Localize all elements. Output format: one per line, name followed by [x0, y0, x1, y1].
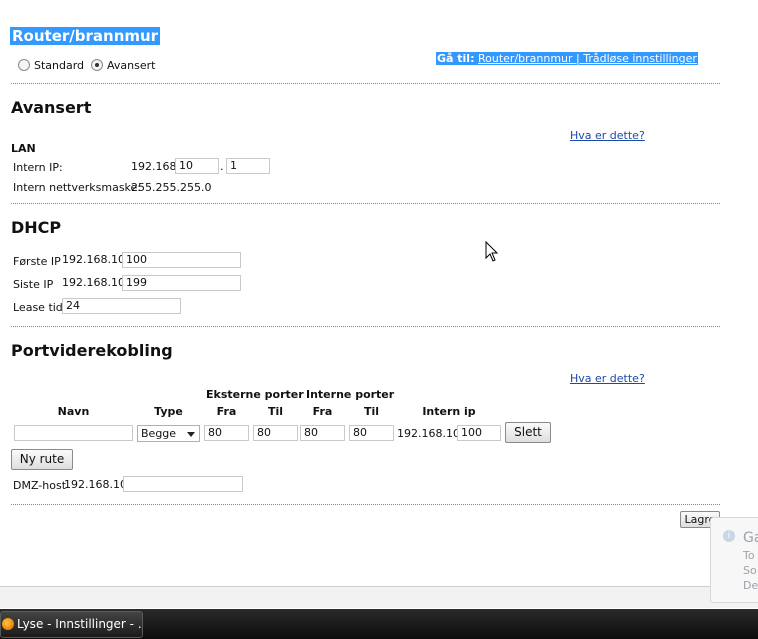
pf-int-from-input[interactable]: 80: [300, 425, 345, 441]
intern-ip-prefix: 192.168.: [131, 160, 180, 173]
dhcp-heading: DHCP: [11, 218, 62, 237]
dmz-input[interactable]: [123, 476, 243, 492]
goto-bar: Gå til: Router/brannmur | Trådløse innst…: [436, 52, 698, 66]
pf-name-input[interactable]: [14, 425, 133, 441]
delete-button[interactable]: Slett: [505, 422, 551, 443]
col-ext-to: Til: [267, 405, 284, 418]
notification-title: Ga: [743, 530, 758, 546]
divider: [11, 326, 720, 327]
goto-prefix: Gå til:: [437, 52, 475, 65]
divider: [11, 83, 720, 84]
intern-ip-label: Intern IP:: [13, 161, 63, 174]
first-ip-input[interactable]: 100: [122, 252, 241, 268]
first-ip-prefix: 192.168.10.: [62, 253, 129, 266]
col-int-to: Til: [363, 405, 380, 418]
pf-ip-input[interactable]: 100: [457, 425, 501, 441]
intern-ip-octet4-input[interactable]: 1: [226, 158, 270, 174]
mode-advanced-option[interactable]: Avansert: [91, 58, 155, 72]
notification-line: So: [743, 564, 757, 577]
new-route-button[interactable]: Ny rute: [11, 449, 73, 470]
divider: [11, 203, 720, 204]
col-name: Navn: [57, 405, 90, 418]
pf-ip-prefix: 192.168.10.: [397, 427, 464, 440]
pf-type-value: Begge: [141, 427, 177, 440]
notification-line: De: [743, 579, 758, 592]
mode-standard-label: Standard: [34, 58, 85, 72]
col-type: Type: [154, 405, 183, 418]
netmask-label: Intern nettverksmaske:: [13, 181, 141, 194]
lease-label: Lease tid: [13, 301, 63, 314]
mode-advanced-label: Avansert: [107, 58, 156, 72]
radio-advanced[interactable]: [91, 59, 103, 71]
dmz-label: DMZ-host: [13, 479, 67, 492]
mouse-cursor-icon: [485, 241, 499, 262]
last-ip-label: Siste IP: [13, 278, 54, 291]
pf-int-to-input[interactable]: 80: [349, 425, 394, 441]
status-bar: [0, 586, 758, 608]
external-ports-header: Eksterne porter: [206, 388, 304, 401]
advanced-heading: Avansert: [11, 98, 92, 117]
help-link-portforward[interactable]: Hva er dette?: [570, 372, 645, 385]
pf-ext-to-input[interactable]: 80: [253, 425, 298, 441]
divider: [11, 504, 720, 505]
lease-input[interactable]: 24: [62, 298, 181, 314]
page-title: Router/brannmur: [10, 27, 161, 45]
intern-ip-dot: .: [220, 160, 224, 173]
col-internal-ip: Intern ip: [422, 405, 476, 418]
netmask-value: 255.255.255.0: [131, 181, 212, 194]
first-ip-label: Første IP: [13, 255, 61, 268]
pf-ext-from-input[interactable]: 80: [204, 425, 249, 441]
pf-type-select[interactable]: Begge: [137, 425, 200, 442]
col-ext-from: Fra: [216, 405, 237, 418]
intern-ip-octet3-input[interactable]: 10: [175, 158, 219, 174]
last-ip-prefix: 192.168.10.: [62, 276, 129, 289]
taskbar-window-button[interactable]: Lyse - Innstillinger - ...: [0, 611, 143, 638]
internal-ports-header: Interne porter: [306, 388, 395, 401]
help-link-lan[interactable]: Hva er dette?: [570, 129, 645, 142]
radio-standard[interactable]: [18, 59, 30, 71]
lan-label: LAN: [11, 142, 36, 155]
notification-toast[interactable]: i Ga To So De: [710, 517, 758, 603]
info-icon: i: [723, 530, 735, 542]
mode-standard-option[interactable]: Standard: [18, 58, 84, 72]
last-ip-input[interactable]: 199: [122, 275, 241, 291]
dmz-prefix: 192.168.10.: [64, 478, 131, 491]
firefox-icon: [2, 618, 14, 630]
chevron-down-icon: [187, 432, 195, 437]
goto-links[interactable]: Router/brannmur | Trådløse innstillinger: [478, 52, 697, 65]
notification-line: To: [743, 549, 755, 562]
col-int-from: Fra: [312, 405, 333, 418]
portforward-heading: Portviderekobling: [11, 341, 173, 360]
